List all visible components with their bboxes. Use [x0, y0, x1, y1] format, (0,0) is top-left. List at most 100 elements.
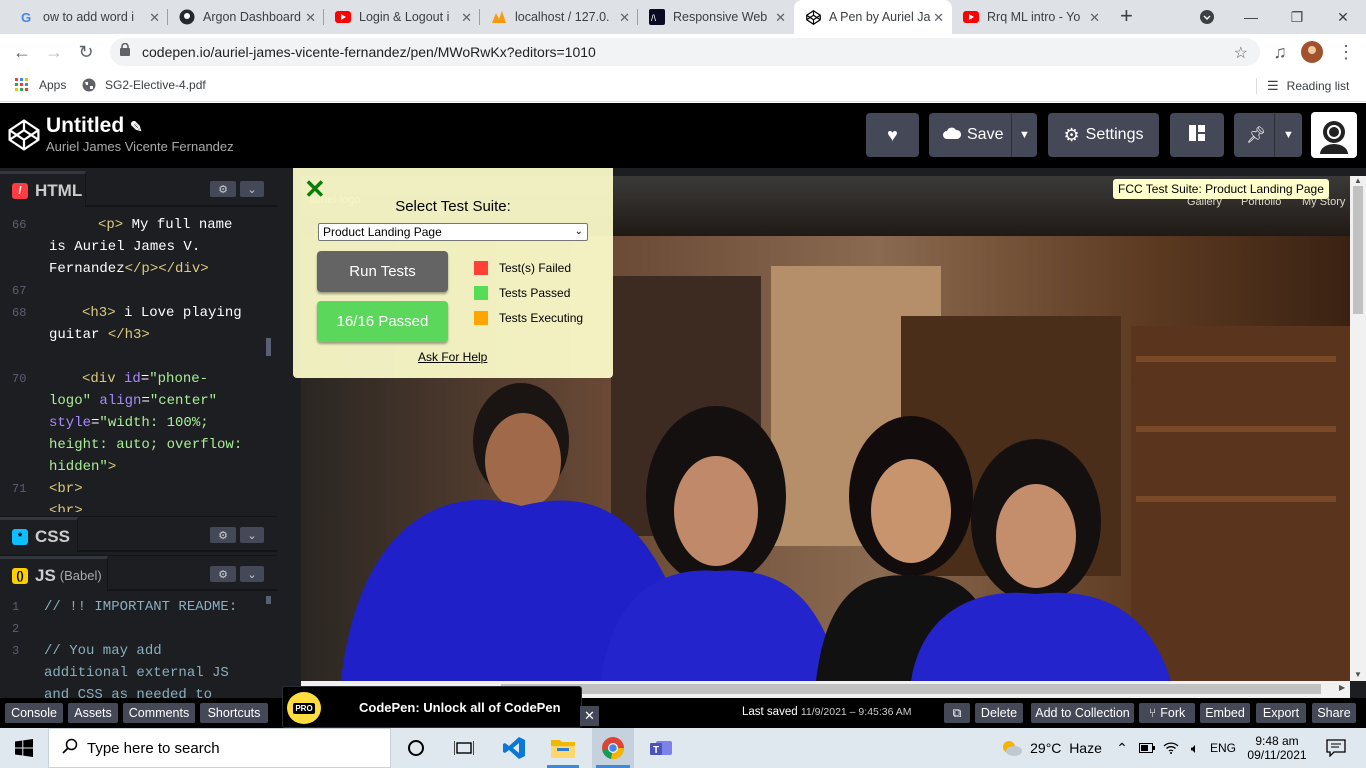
tab-search-icon[interactable] [1184, 0, 1230, 34]
close-tab-icon[interactable]: ✕ [149, 10, 160, 26]
media-control-icon[interactable]: ♫ [1268, 40, 1292, 64]
task-view-icon[interactable] [444, 728, 484, 768]
chevron-down-icon[interactable]: ▼ [1274, 113, 1302, 157]
close-tab-icon[interactable]: ✕ [1089, 10, 1100, 26]
save-button[interactable]: Save ▼ [929, 113, 1037, 157]
delete-button[interactable]: Delete [975, 703, 1023, 723]
chrome-icon[interactable] [592, 728, 634, 768]
bookmark-apps[interactable]: Apps [15, 78, 66, 92]
pencil-icon[interactable]: ✎ [130, 119, 143, 136]
scrollbar-thumb[interactable] [266, 596, 271, 604]
bookmark-pdf[interactable]: SG2-Elective-4.pdf [82, 78, 206, 92]
shortcuts-button[interactable]: Shortcuts [200, 703, 268, 723]
restore-icon[interactable]: ❐ [1274, 0, 1320, 34]
browser-tab-4[interactable]: localhost / 127.0. ✕ [480, 0, 638, 34]
scroll-up-icon[interactable]: ▲ [1354, 176, 1362, 185]
fork-button[interactable]: ⑂ Fork [1139, 703, 1195, 723]
ask-for-help-link[interactable]: Ask For Help [418, 350, 487, 364]
test-results-button[interactable]: 16/16 Passed [317, 301, 448, 342]
scrollbar-thumb[interactable] [266, 338, 271, 356]
user-avatar[interactable] [1311, 112, 1357, 158]
last-saved-time: 11/9/2021 – 9:45:36 AM [800, 706, 912, 718]
gear-icon[interactable]: ⚙ [210, 181, 236, 197]
gear-icon[interactable]: ⚙ [210, 566, 236, 582]
cortana-icon[interactable] [396, 728, 436, 768]
minimize-icon[interactable]: — [1228, 0, 1274, 34]
browser-tab-6-active[interactable]: A Pen by Auriel Ja ✕ [794, 0, 952, 34]
address-bar[interactable]: codepen.io/auriel-james-vicente-fernande… [110, 38, 1260, 66]
pen-author[interactable]: Auriel James Vicente Fernandez [46, 139, 234, 154]
browser-tab-2[interactable]: Argon Dashboard ✕ [168, 0, 324, 34]
js-label: JS [35, 565, 56, 585]
chevron-down-icon[interactable]: ⌄ [240, 566, 264, 582]
notifications-icon[interactable] [1316, 728, 1356, 768]
change-view-button[interactable] [1170, 113, 1224, 157]
input-language[interactable]: ENG [1208, 728, 1238, 768]
lock-icon[interactable] [120, 42, 130, 61]
external-link-icon[interactable]: ⧉ [944, 703, 970, 723]
browser-tab-5[interactable]: /\ Responsive Web ✕ [638, 0, 794, 34]
close-tab-icon[interactable]: ✕ [305, 10, 316, 26]
test-suite-select[interactable]: Product Landing Page ⌄ [318, 223, 588, 241]
taskbar-search-box[interactable]: Type here to search [48, 728, 391, 768]
forward-icon[interactable]: → [42, 40, 66, 64]
css-tab[interactable]: * CSS [0, 517, 78, 553]
close-tab-icon[interactable]: ✕ [461, 10, 472, 26]
settings-button[interactable]: ⚙ Settings [1048, 113, 1159, 157]
console-button[interactable]: Console [5, 703, 63, 723]
vscode-icon[interactable] [494, 728, 534, 768]
windows-start-icon[interactable] [0, 728, 48, 768]
browser-tab-1[interactable]: G ow to add word i ✕ [8, 0, 168, 34]
bookmark-star-icon[interactable]: ☆ [1234, 43, 1248, 63]
reload-icon[interactable]: ↻ [74, 40, 98, 64]
heart-button[interactable]: ♥ [866, 113, 919, 157]
scroll-down-icon[interactable]: ▼ [1354, 670, 1362, 679]
scrollbar-thumb[interactable] [501, 684, 1321, 694]
weather-readout[interactable]: 29°C Haze [1030, 728, 1102, 768]
close-tab-icon[interactable]: ✕ [933, 10, 944, 26]
close-tab-icon[interactable]: ✕ [619, 10, 630, 26]
html-tab[interactable]: / HTML [0, 171, 86, 207]
file-explorer-icon[interactable] [543, 728, 583, 768]
export-button[interactable]: Export [1256, 703, 1306, 723]
reading-list-button[interactable]: ☰ Reading list [1256, 78, 1349, 94]
pen-title[interactable]: Untitled ✎ [46, 114, 143, 138]
comments-button[interactable]: Comments [123, 703, 195, 723]
browser-tab-7[interactable]: Rrq ML intro - Yo ✕ [952, 0, 1108, 34]
close-window-icon[interactable]: ✕ [1320, 0, 1366, 34]
js-code-area[interactable]: 1 // !! IMPORTANT README: 2 3 // You may… [0, 596, 277, 698]
add-to-collection-button[interactable]: Add to Collection [1031, 703, 1134, 723]
battery-icon[interactable] [1136, 728, 1158, 768]
share-button[interactable]: Share [1312, 703, 1356, 723]
chevron-down-icon[interactable]: ▼ [1011, 113, 1037, 157]
back-icon[interactable]: ← [10, 40, 34, 64]
codepen-header: Untitled ✎ Auriel James Vicente Fernande… [0, 103, 1366, 168]
weather-icon[interactable] [1000, 728, 1024, 768]
scroll-right-icon[interactable]: ▶ [1339, 683, 1345, 692]
html-code-area[interactable]: 66 <p> My full name is Auriel James V. F… [0, 214, 277, 514]
assets-button[interactable]: Assets [68, 703, 118, 723]
chevron-down-icon[interactable]: ⌄ [240, 527, 264, 543]
teams-icon[interactable]: T [641, 728, 681, 768]
js-tab[interactable]: () JS (Babel) [0, 556, 108, 592]
gear-icon[interactable]: ⚙ [210, 527, 236, 543]
pro-promo-banner[interactable]: PRO CodePen: Unlock all of CodePen [282, 686, 582, 728]
promo-text: CodePen: Unlock all of CodePen [359, 700, 561, 715]
new-tab-button[interactable]: + [1120, 5, 1133, 27]
profile-avatar[interactable] [1300, 40, 1324, 64]
clock[interactable]: 9:48 am 09/11/2021 [1240, 728, 1314, 768]
pin-button[interactable]: 📌︎ ▼ [1234, 113, 1302, 157]
browser-tab-3[interactable]: Login & Logout i ✕ [324, 0, 480, 34]
scrollbar-thumb[interactable] [1353, 186, 1363, 314]
run-tests-button[interactable]: Run Tests [317, 251, 448, 292]
preview-vertical-scrollbar[interactable]: ▲ ▼ [1350, 176, 1366, 681]
embed-button[interactable]: Embed [1200, 703, 1250, 723]
codepen-logo-icon[interactable] [8, 119, 40, 156]
volume-icon[interactable]: 🔈︎ [1184, 728, 1206, 768]
menu-dots-icon[interactable]: ⋮ [1334, 40, 1358, 64]
close-tab-icon[interactable]: ✕ [775, 10, 786, 26]
wifi-icon[interactable] [1160, 728, 1182, 768]
chevron-down-icon[interactable]: ⌄ [240, 181, 264, 197]
close-promo-icon[interactable]: ✕ [580, 706, 599, 726]
chevron-up-icon[interactable]: ⌃ [1112, 728, 1132, 768]
